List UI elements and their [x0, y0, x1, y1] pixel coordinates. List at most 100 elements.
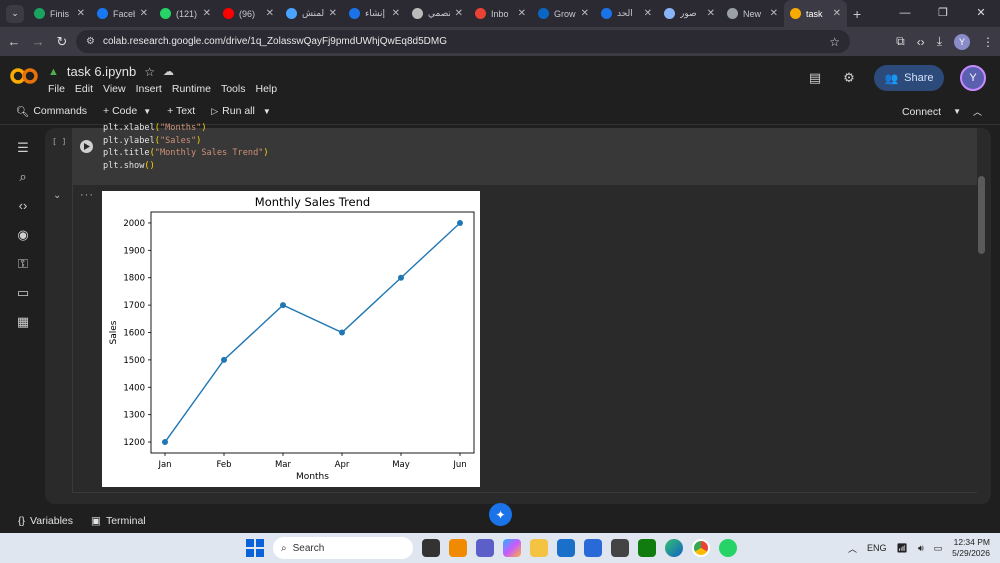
tab-close-icon[interactable]: ✕ [833, 8, 841, 19]
menu-item-edit[interactable]: Edit [75, 83, 93, 95]
whatsapp-icon[interactable] [719, 539, 737, 557]
new-tab-button[interactable]: + [853, 6, 861, 22]
forward-button[interactable]: → [26, 34, 50, 49]
cube-app-icon[interactable] [611, 539, 629, 557]
bookmark-star-icon[interactable]: ☆ [829, 35, 840, 49]
browser-tab[interactable]: إنشاء ✕ [343, 0, 406, 27]
data-table-icon[interactable]: ▦ [14, 314, 32, 330]
teams-icon[interactable] [476, 539, 494, 557]
tab-close-icon[interactable]: ✕ [140, 8, 148, 19]
add-code-dropdown[interactable]: ▼ [143, 107, 151, 116]
tab-close-icon[interactable]: ✕ [644, 8, 652, 19]
menu-item-help[interactable]: Help [255, 83, 277, 95]
extensions-icon[interactable]: ⧉ [896, 34, 905, 49]
tab-close-icon[interactable]: ✕ [770, 8, 778, 19]
chevron-up-icon[interactable]: ︿ [973, 105, 982, 118]
browser-tab[interactable]: الحد ✕ [595, 0, 658, 27]
tab-close-icon[interactable]: ✕ [581, 8, 589, 19]
browser-tab[interactable]: المنش ✕ [280, 0, 343, 27]
browser-tab[interactable]: تصمي ✕ [406, 0, 469, 27]
wifi-icon[interactable]: 📶︎ [897, 543, 908, 554]
windows-start-icon[interactable] [246, 539, 264, 557]
battery-icon[interactable]: ▭ [934, 543, 943, 554]
download-icon[interactable]: ⤓ [937, 34, 942, 49]
menu-item-insert[interactable]: Insert [136, 83, 162, 95]
browser-tab[interactable]: Grow ✕ [532, 0, 595, 27]
devtools-icon[interactable]: ‹› [917, 35, 925, 49]
back-button[interactable]: ← [2, 34, 26, 49]
chevron-down-icon[interactable]: ▼ [953, 107, 961, 116]
browser-tab[interactable]: (121) ✕ [154, 0, 217, 27]
tab-close-icon[interactable]: ✕ [518, 8, 526, 19]
pen-app-icon[interactable] [584, 539, 602, 557]
file-explorer-icon[interactable] [530, 539, 548, 557]
chrome-icon[interactable] [692, 539, 710, 557]
commands-button[interactable]: 🔍︎ Commands [16, 105, 87, 118]
find-replace-icon[interactable]: ⌕ [14, 169, 32, 185]
chevron-up-icon[interactable]: ︿ [848, 542, 857, 555]
key-icon[interactable]: ⚿ [14, 256, 32, 272]
store-icon[interactable] [557, 539, 575, 557]
menu-item-runtime[interactable]: Runtime [172, 83, 211, 95]
table-of-contents-icon[interactable]: ☰ [14, 140, 32, 156]
browser-tab[interactable]: New ✕ [721, 0, 784, 27]
minimize-button[interactable]: — [886, 0, 924, 27]
tab-search-button[interactable]: ⌄ [6, 4, 24, 23]
notebook-scrollbar[interactable] [978, 176, 985, 254]
browser-menu-icon[interactable]: ⋮ [982, 35, 994, 49]
account-avatar[interactable]: Y [960, 65, 986, 91]
xbox-icon[interactable] [638, 539, 656, 557]
run-cell-button[interactable] [80, 140, 93, 153]
run-all-button[interactable]: ▷ Run all ▼ [211, 105, 271, 117]
reload-button[interactable]: ↻ [50, 34, 74, 50]
browser-tab[interactable]: (96) ✕ [217, 0, 280, 27]
add-code-button[interactable]: + Code [103, 105, 137, 117]
address-bar[interactable]: ⚙ colab.research.google.com/drive/1q_Zol… [76, 30, 850, 53]
variables-button[interactable]: {} Variables [18, 515, 73, 527]
edge-icon[interactable] [665, 539, 683, 557]
collapse-output-chevron-icon[interactable]: ⌄ [53, 190, 61, 201]
site-info-icon[interactable]: ⚙ [86, 36, 95, 47]
tab-close-icon[interactable]: ✕ [77, 8, 85, 19]
terminal-button[interactable]: ▣ Terminal [91, 515, 146, 527]
code-snippets-icon[interactable]: ‹› [14, 198, 32, 214]
task-view-icon[interactable] [422, 539, 440, 557]
share-button[interactable]: 👥 Share [874, 65, 944, 91]
volume-icon[interactable]: 🔊︎ [918, 543, 924, 554]
profile-avatar[interactable]: Y [954, 33, 970, 50]
code-editor[interactable]: plt.xlabel("Months") plt.ylabel("Sales") p… [103, 123, 269, 172]
language-indicator[interactable]: ENG [867, 543, 887, 553]
menu-item-file[interactable]: File [48, 83, 65, 95]
clock[interactable]: 12:34 PM 5/29/2026 [952, 537, 990, 559]
browser-tab[interactable]: Inbo ✕ [469, 0, 532, 27]
cloud-saved-icon[interactable]: ☁ [163, 65, 174, 78]
browser-tab[interactable]: صور ✕ [658, 0, 721, 27]
tab-close-icon[interactable]: ✕ [455, 8, 463, 19]
notebook-title[interactable]: task 6.ipynb [67, 64, 136, 79]
settings-gear-icon[interactable]: ⚙ [840, 69, 858, 87]
connect-button[interactable]: Connect [902, 106, 941, 118]
menu-item-tools[interactable]: Tools [221, 83, 246, 95]
tab-close-icon[interactable]: ✕ [392, 8, 400, 19]
tab-close-icon[interactable]: ✕ [266, 8, 274, 19]
browser-tab[interactable]: task ✕ [784, 0, 847, 27]
add-text-button[interactable]: + Text [167, 105, 195, 117]
secrets-eye-icon[interactable]: ◉ [14, 227, 32, 243]
gemini-sparkle-button[interactable]: ✦ [489, 503, 512, 526]
tab-close-icon[interactable]: ✕ [707, 8, 715, 19]
colab-logo[interactable] [10, 68, 38, 84]
browser-tab[interactable]: Finis ✕ [28, 0, 91, 27]
files-folder-icon[interactable]: ▭ [14, 285, 32, 301]
close-window-button[interactable]: ✕ [962, 0, 1000, 27]
menu-item-view[interactable]: View [103, 83, 126, 95]
tab-close-icon[interactable]: ✕ [203, 8, 211, 19]
copilot-icon[interactable] [503, 539, 521, 557]
restore-button[interactable]: ❐ [924, 0, 962, 27]
star-icon[interactable]: ☆ [144, 65, 155, 79]
chevron-down-icon[interactable]: ▼ [263, 107, 271, 116]
taskbar-search[interactable]: ⌕ Search [273, 537, 413, 559]
tab-close-icon[interactable]: ✕ [329, 8, 337, 19]
vlc-icon[interactable] [449, 539, 467, 557]
output-actions-icon[interactable]: ··· [80, 189, 94, 201]
browser-tab[interactable]: Faceb ✕ [91, 0, 154, 27]
